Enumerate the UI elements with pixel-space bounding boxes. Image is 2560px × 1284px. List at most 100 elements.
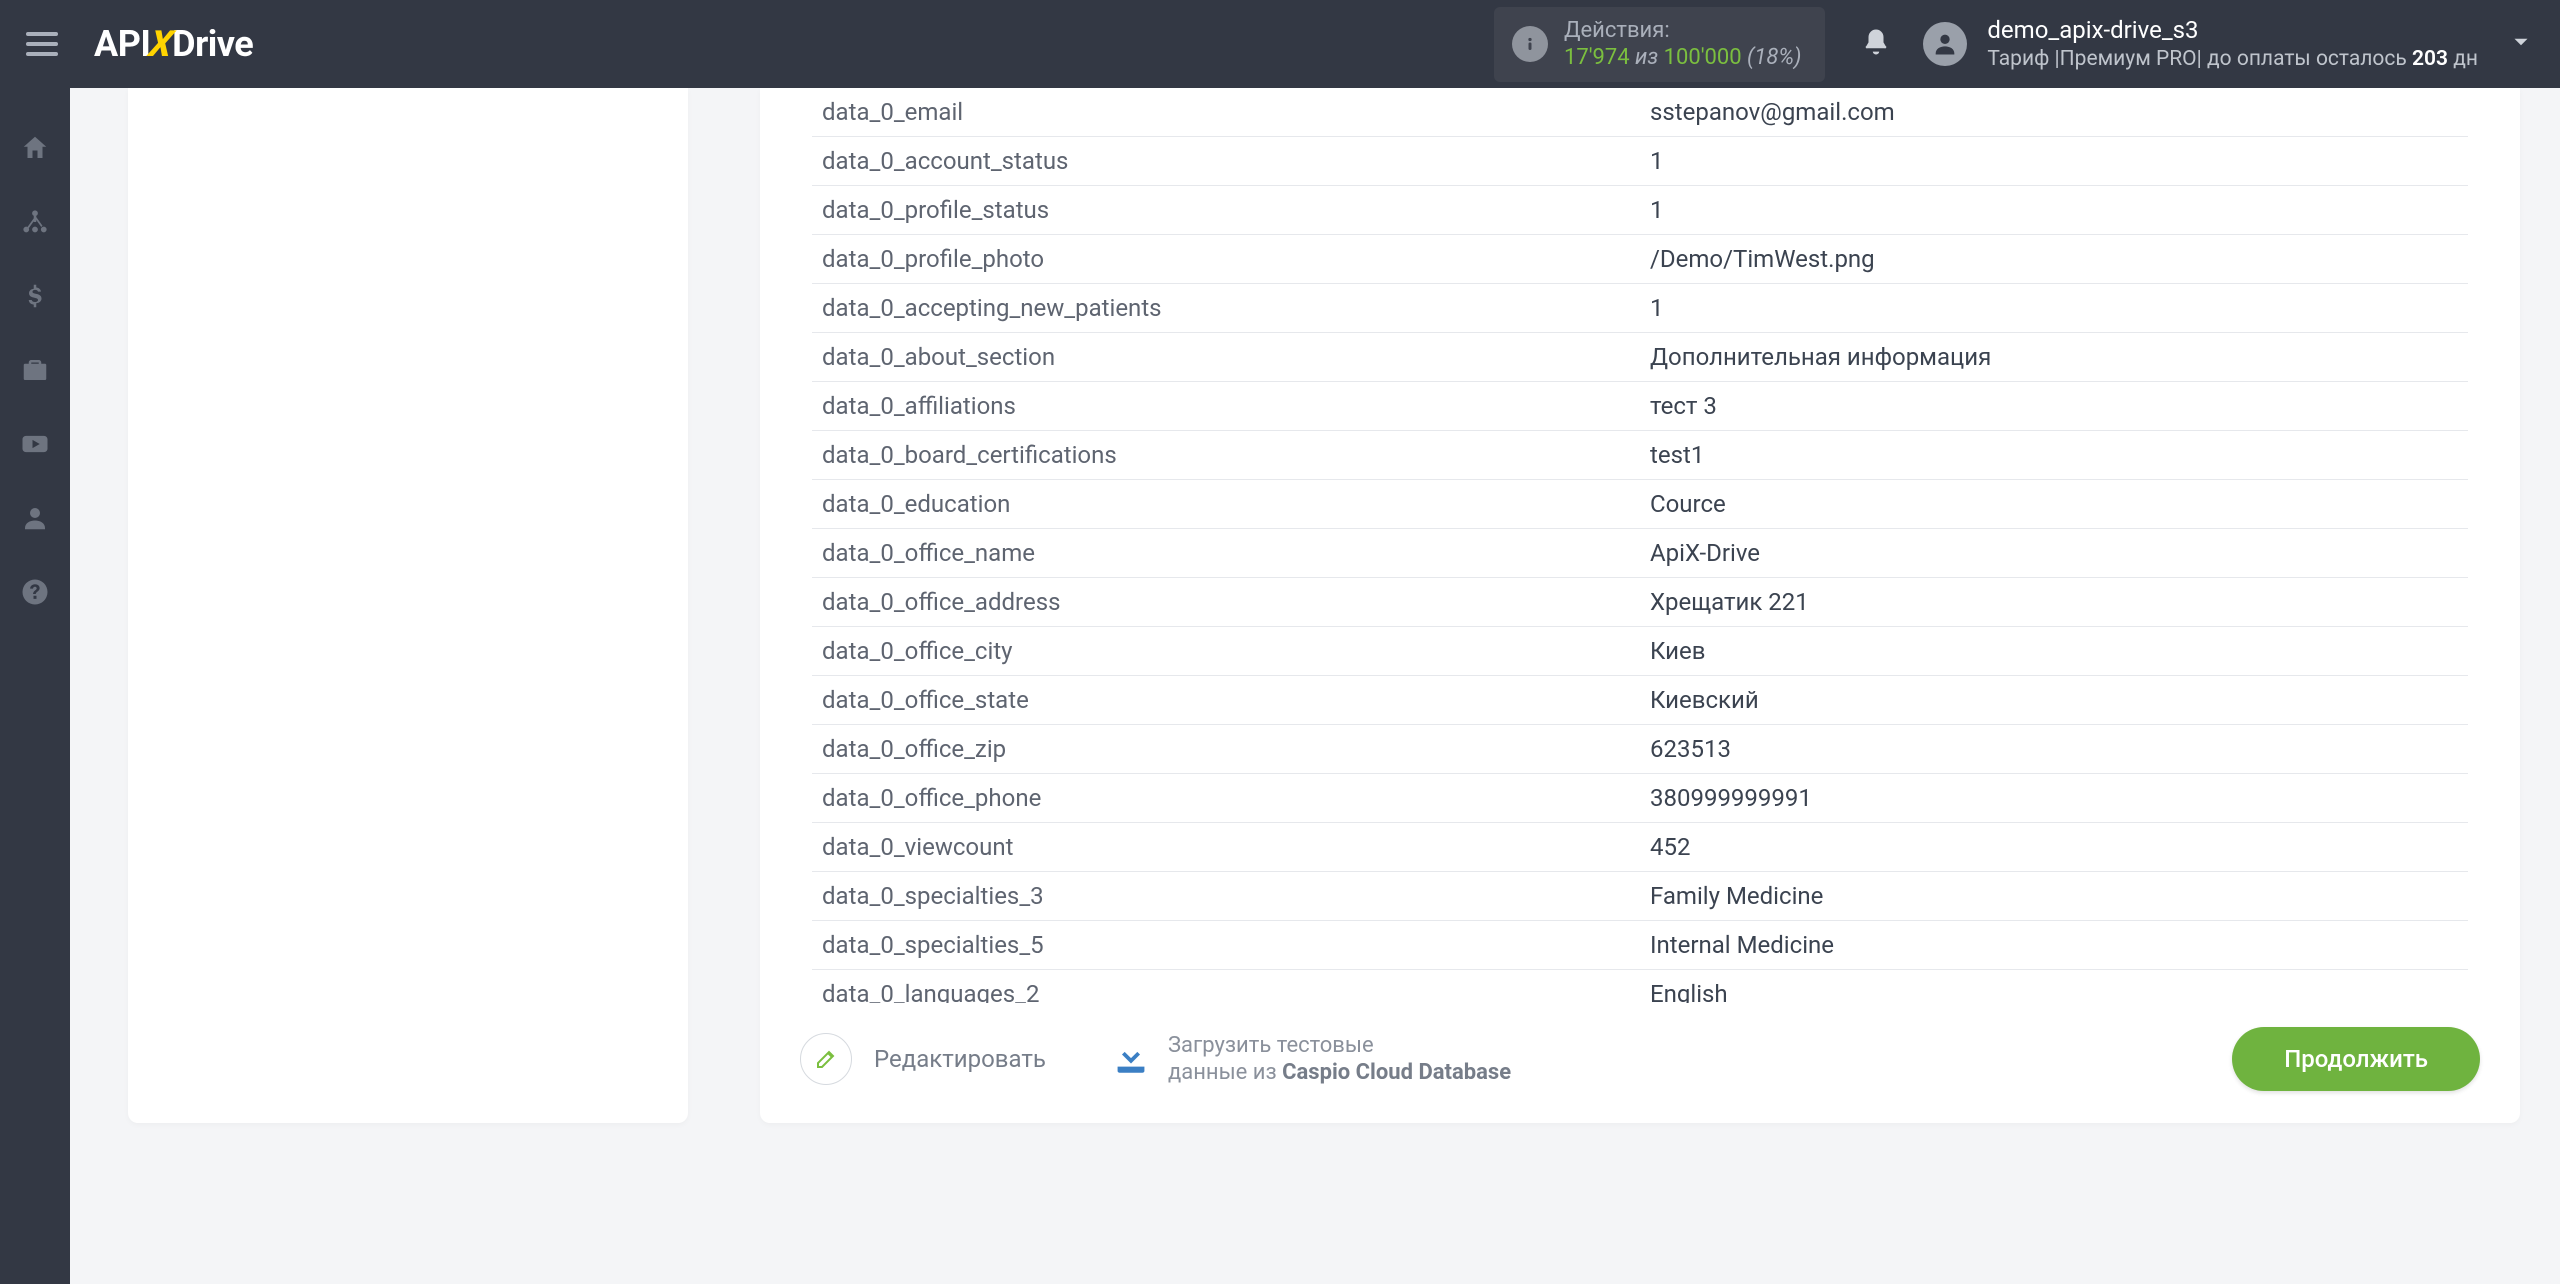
- table-key: data_0_account_status: [812, 137, 1640, 186]
- edit-button[interactable]: [800, 1033, 852, 1085]
- table-value: 380999999991: [1640, 774, 2468, 823]
- table-value: тест 3: [1640, 382, 2468, 431]
- tariff-days: 203: [2412, 47, 2448, 71]
- user-tariff: Тариф |Премиум PRO| до оплаты осталось 2…: [1987, 46, 2478, 73]
- table-value: Киев: [1640, 627, 2468, 676]
- table-value: Cource: [1640, 480, 2468, 529]
- actions-pct: (18%): [1742, 45, 1802, 70]
- download-line2-strong: Caspio Cloud Database: [1282, 1060, 1511, 1085]
- table-row: data_0_office_nameApiX-Drive: [812, 529, 2468, 578]
- table-key: data_0_accepting_new_patients: [812, 284, 1640, 333]
- table-value: 1: [1640, 284, 2468, 333]
- edit-label[interactable]: Редактировать: [874, 1045, 1046, 1073]
- user-name: demo_apix-drive_s3: [1987, 15, 2478, 46]
- table-row: data_0_office_zip623513: [812, 725, 2468, 774]
- table-row: data_0_emailsstepanov@gmail.com: [812, 88, 2468, 137]
- table-value: Дополнительная информация: [1640, 333, 2468, 382]
- table-row: data_0_viewcount452: [812, 823, 2468, 872]
- side-rail: [0, 88, 70, 1284]
- tariff-mid: | до оплаты осталось: [2197, 47, 2412, 71]
- data-table-wrap: data_0_emailsstepanov@gmail.comdata_0_ac…: [760, 88, 2520, 1003]
- table-value: sstepanov@gmail.com: [1640, 88, 2468, 137]
- nav-home[interactable]: [15, 128, 55, 168]
- table-key: data_0_specialties_3: [812, 872, 1640, 921]
- nav-profile[interactable]: [15, 498, 55, 538]
- download-line1: Загрузить тестовые: [1168, 1032, 1511, 1060]
- table-value: Family Medicine: [1640, 872, 2468, 921]
- download-text: Загрузить тестовые данные из Caspio Clou…: [1168, 1032, 1511, 1087]
- table-key: data_0_office_name: [812, 529, 1640, 578]
- menu-toggle[interactable]: [26, 22, 70, 66]
- user-menu[interactable]: demo_apix-drive_s3 Тариф |Премиум PRO| д…: [1987, 15, 2478, 73]
- actions-values: 17'974 из 100'000 (18%): [1564, 44, 1801, 72]
- nav-briefcase[interactable]: [15, 350, 55, 390]
- table-row: data_0_specialties_5Internal Medicine: [812, 921, 2468, 970]
- table-row: data_0_office_cityКиев: [812, 627, 2468, 676]
- table-row: data_0_languages_2English: [812, 970, 2468, 1004]
- table-row: data_0_educationCource: [812, 480, 2468, 529]
- table-key: data_0_office_phone: [812, 774, 1640, 823]
- actions-done: 17'974: [1564, 45, 1630, 70]
- table-value: Internal Medicine: [1640, 921, 2468, 970]
- table-value: Киевский: [1640, 676, 2468, 725]
- table-row: data_0_accepting_new_patients1: [812, 284, 2468, 333]
- table-value: 623513: [1640, 725, 2468, 774]
- table-key: data_0_specialties_5: [812, 921, 1640, 970]
- table-value: 1: [1640, 137, 2468, 186]
- table-key: data_0_affiliations: [812, 382, 1640, 431]
- actions-text: Действия: 17'974 из 100'000 (18%): [1564, 17, 1801, 72]
- nav-help[interactable]: [15, 572, 55, 612]
- table-row: data_0_office_addressХрещатик 221: [812, 578, 2468, 627]
- actions-of: из: [1630, 45, 1664, 70]
- table-key: data_0_viewcount: [812, 823, 1640, 872]
- table-value: English: [1640, 970, 2468, 1004]
- actions-total: 100'000: [1664, 45, 1742, 70]
- continue-button[interactable]: Продолжить: [2232, 1027, 2480, 1091]
- table-value: /Demo/TimWest.png: [1640, 235, 2468, 284]
- table-key: data_0_board_certifications: [812, 431, 1640, 480]
- table-key: data_0_office_city: [812, 627, 1640, 676]
- user-menu-toggle[interactable]: [2508, 29, 2534, 59]
- table-key: data_0_about_section: [812, 333, 1640, 382]
- tariff-name: Премиум PRO: [2060, 47, 2197, 71]
- panel-footer: Редактировать Загрузить тестовые данные …: [760, 1003, 2520, 1123]
- table-row: data_0_specialties_3Family Medicine: [812, 872, 2468, 921]
- table-row: data_0_office_stateКиевский: [812, 676, 2468, 725]
- table-key: data_0_profile_photo: [812, 235, 1640, 284]
- table-key: data_0_education: [812, 480, 1640, 529]
- table-row: data_0_account_status1: [812, 137, 2468, 186]
- download-icon: [1108, 1034, 1154, 1084]
- info-icon: [1512, 26, 1548, 62]
- nav-youtube[interactable]: [15, 424, 55, 464]
- data-table: data_0_emailsstepanov@gmail.comdata_0_ac…: [812, 88, 2468, 1003]
- table-row: data_0_profile_photo/Demo/TimWest.png: [812, 235, 2468, 284]
- download-line2-prefix: данные из: [1168, 1060, 1282, 1085]
- avatar[interactable]: [1923, 22, 1967, 66]
- actions-counter[interactable]: Действия: 17'974 из 100'000 (18%): [1494, 7, 1825, 82]
- top-bar: APIXDrive Действия: 17'974 из 100'000 (1…: [0, 0, 2560, 88]
- table-value: 1: [1640, 186, 2468, 235]
- notifications-button[interactable]: [1861, 27, 1891, 61]
- table-row: data_0_affiliationsтест 3: [812, 382, 2468, 431]
- page-body: data_0_emailsstepanov@gmail.comdata_0_ac…: [70, 88, 2560, 1284]
- table-key: data_0_office_zip: [812, 725, 1640, 774]
- table-key: data_0_languages_2: [812, 970, 1640, 1004]
- nav-connections[interactable]: [15, 202, 55, 242]
- table-row: data_0_board_certificationstest1: [812, 431, 2468, 480]
- table-value: test1: [1640, 431, 2468, 480]
- table-value: Хрещатик 221: [1640, 578, 2468, 627]
- actions-label: Действия:: [1564, 17, 1801, 45]
- table-key: data_0_office_state: [812, 676, 1640, 725]
- table-value: 452: [1640, 823, 2468, 872]
- nav-billing[interactable]: [15, 276, 55, 316]
- table-key: data_0_email: [812, 88, 1640, 137]
- table-key: data_0_office_address: [812, 578, 1640, 627]
- left-panel: [128, 88, 688, 1123]
- download-test-data[interactable]: Загрузить тестовые данные из Caspio Clou…: [1108, 1032, 1511, 1087]
- table-key: data_0_profile_status: [812, 186, 1640, 235]
- logo-text-pre: API: [94, 23, 150, 65]
- logo[interactable]: APIXDrive: [94, 23, 253, 65]
- logo-text-post: Drive: [172, 23, 253, 65]
- main-panel: data_0_emailsstepanov@gmail.comdata_0_ac…: [760, 88, 2520, 1123]
- table-row: data_0_office_phone380999999991: [812, 774, 2468, 823]
